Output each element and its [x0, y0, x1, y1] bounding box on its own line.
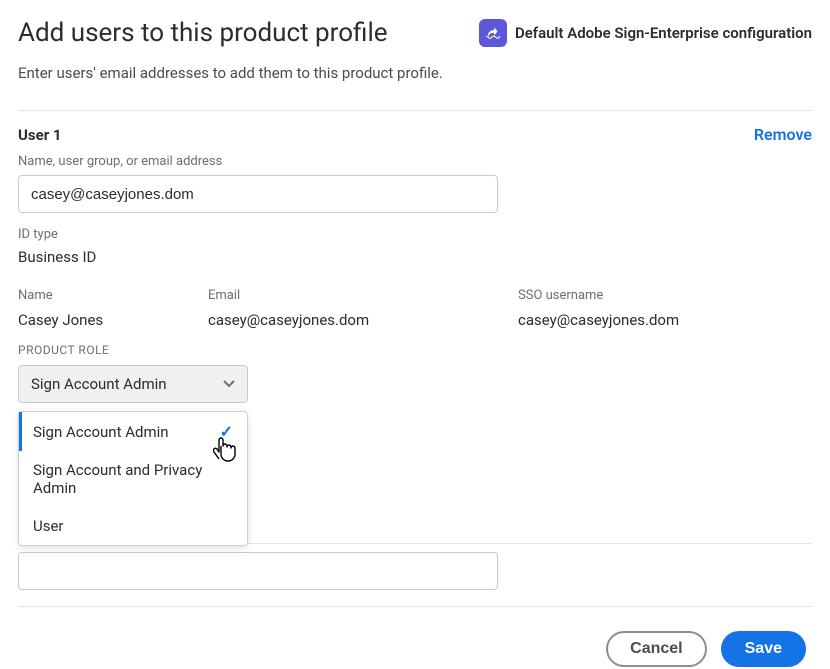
user1-info-row: Name Casey Jones Email casey@caseyjones.…: [18, 288, 812, 329]
profile-badge: Default Adobe Sign-Enterprise configurat…: [479, 19, 812, 47]
sso-value: casey@caseyjones.dom: [518, 311, 812, 329]
id-type-section: ID type Business ID: [18, 227, 812, 266]
user2-section: [18, 543, 812, 590]
user1-email-input[interactable]: [18, 175, 498, 213]
cancel-button[interactable]: Cancel: [606, 631, 706, 667]
name-value: Casey Jones: [18, 311, 208, 329]
user1-header: User 1 Remove: [18, 111, 812, 154]
product-role-select-wrapper: Sign Account Admin Sign Account Admin ✓ …: [18, 365, 248, 403]
sso-column: SSO username casey@caseyjones.dom: [518, 288, 812, 329]
chevron-down-icon: [223, 377, 235, 391]
check-icon: ✓: [220, 422, 233, 441]
role-option-sign-account-admin[interactable]: Sign Account Admin ✓: [19, 412, 247, 451]
email-column: Email casey@caseyjones.dom: [208, 288, 518, 329]
add-users-dialog: Add users to this product profile Defaul…: [18, 18, 812, 651]
dialog-header: Add users to this product profile Defaul…: [18, 18, 812, 48]
dialog-footer: Cancel Save: [18, 631, 812, 667]
profile-name: Default Adobe Sign-Enterprise configurat…: [515, 24, 812, 42]
divider: [18, 606, 812, 607]
user1-input-group: Name, user group, or email address: [18, 154, 812, 213]
dialog-title: Add users to this product profile: [18, 18, 388, 48]
adobe-sign-icon: [479, 19, 507, 47]
product-role-label: PRODUCT ROLE: [18, 343, 812, 357]
name-label: Name: [18, 288, 208, 303]
name-column: Name Casey Jones: [18, 288, 208, 329]
selected-role-text: Sign Account Admin: [31, 375, 167, 393]
id-type-label: ID type: [18, 227, 812, 242]
product-role-dropdown: Sign Account Admin ✓ Sign Account and Pr…: [18, 411, 248, 546]
email-value: casey@caseyjones.dom: [208, 311, 518, 329]
role-option-label: Sign Account Admin: [33, 423, 169, 441]
sso-label: SSO username: [518, 288, 812, 303]
role-option-label: User: [33, 517, 64, 535]
role-option-user[interactable]: User: [19, 507, 247, 545]
user1-input-label: Name, user group, or email address: [18, 154, 812, 169]
product-role-select[interactable]: Sign Account Admin: [18, 365, 248, 403]
save-button[interactable]: Save: [721, 631, 806, 667]
user2-email-input[interactable]: [18, 552, 498, 590]
id-type-value: Business ID: [18, 248, 812, 266]
user1-label: User 1: [18, 126, 62, 144]
remove-user-link[interactable]: Remove: [754, 125, 812, 144]
email-label: Email: [208, 288, 518, 303]
role-option-label: Sign Account and Privacy Admin: [33, 461, 233, 497]
role-option-sign-privacy-admin[interactable]: Sign Account and Privacy Admin: [19, 451, 247, 507]
dialog-subtitle: Enter users' email addresses to add them…: [18, 64, 812, 82]
